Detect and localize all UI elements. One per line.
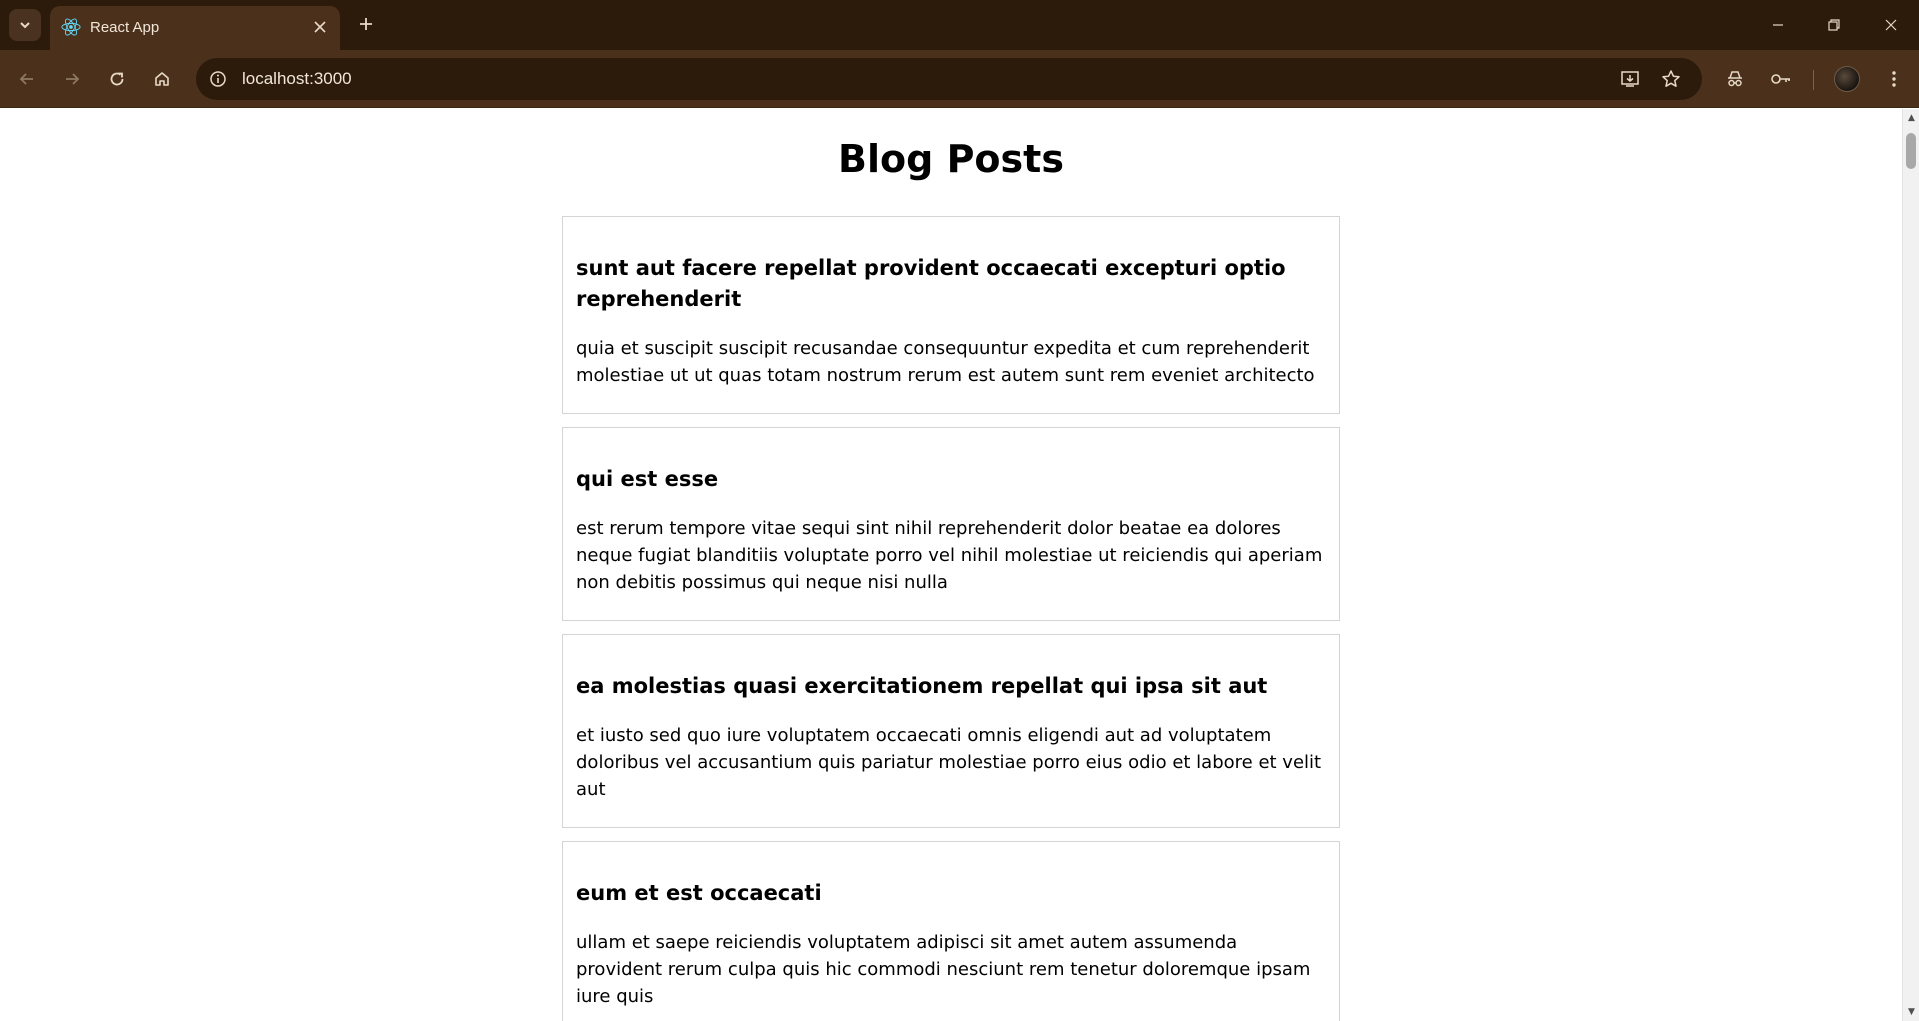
restore-icon (1828, 19, 1840, 31)
menu-button[interactable] (1876, 61, 1912, 97)
profile-avatar[interactable] (1834, 66, 1860, 92)
tab-close-button[interactable] (310, 17, 330, 37)
close-window-button[interactable] (1863, 0, 1919, 50)
scroll-down-arrow[interactable]: ▼ (1906, 1006, 1917, 1017)
post-body: quia et suscipit suscipit recusandae con… (576, 338, 1315, 386)
bookmark-button[interactable] (1657, 65, 1685, 93)
plus-icon (360, 18, 372, 30)
page-title: Blog Posts (838, 137, 1064, 181)
restore-button[interactable] (1806, 0, 1862, 50)
forward-button[interactable] (54, 61, 90, 97)
reload-icon (110, 72, 124, 86)
post-title: sunt aut facere repellat provident occae… (576, 256, 1286, 311)
post-card: qui est esse est rerum tempore vitae seq… (562, 427, 1340, 621)
scroll-thumb[interactable] (1906, 133, 1916, 169)
arrow-left-icon (19, 73, 33, 85)
post-card: eum et est occaecati ullam et saepe reic… (562, 841, 1340, 1021)
incognito-icon (1728, 71, 1742, 87)
vertical-scrollbar[interactable]: ▲ ▼ (1902, 109, 1919, 1021)
tab-search-button[interactable] (9, 9, 41, 41)
info-icon (210, 71, 226, 87)
reload-button[interactable] (99, 61, 135, 97)
address-bar[interactable]: localhost:3000 (196, 58, 1702, 100)
key-icon (1771, 74, 1790, 84)
site-info-button[interactable] (204, 65, 232, 93)
passwords-button[interactable] (1763, 61, 1799, 97)
browser-toolbar: localhost:3000 (0, 50, 1919, 108)
url-text[interactable]: localhost:3000 (242, 69, 352, 89)
star-icon (1662, 70, 1680, 87)
post-title: eum et est occaecati (576, 881, 822, 905)
install-app-button[interactable] (1616, 65, 1644, 93)
post-list: sunt aut facere repellat provident occae… (562, 216, 1340, 1021)
post-card: sunt aut facere repellat provident occae… (562, 216, 1340, 414)
kebab-menu-icon (1892, 71, 1896, 87)
back-button[interactable] (9, 61, 45, 97)
browser-titlebar: React App (0, 0, 1919, 50)
minimize-icon (1773, 24, 1783, 26)
post-body: ullam et saepe reiciendis voluptatem adi… (576, 932, 1311, 1007)
post-title: qui est esse (576, 467, 719, 491)
home-button[interactable] (144, 61, 180, 97)
new-tab-button[interactable] (352, 10, 380, 38)
react-logo-icon (61, 18, 81, 36)
tab-active[interactable]: React App (50, 6, 340, 50)
install-app-icon (1621, 71, 1639, 87)
arrow-right-icon (66, 73, 80, 85)
tab-title: React App (90, 19, 160, 36)
toolbar-separator (1813, 70, 1814, 90)
minimize-button[interactable] (1750, 0, 1806, 50)
page-viewport: Blog Posts sunt aut facere repellat prov… (0, 109, 1902, 1021)
post-body: est rerum tempore vitae sequi sint nihil… (576, 518, 1323, 593)
post-title: ea molestias quasi exercitationem repell… (576, 674, 1268, 698)
post-card: ea molestias quasi exercitationem repell… (562, 634, 1340, 828)
scroll-up-arrow[interactable]: ▲ (1906, 112, 1917, 123)
close-icon (314, 21, 326, 33)
incognito-button[interactable] (1717, 61, 1753, 97)
home-icon (155, 72, 169, 86)
close-icon (1885, 19, 1897, 31)
post-body: et iusto sed quo iure voluptatem occaeca… (576, 725, 1322, 800)
chevron-down-icon (20, 22, 30, 29)
